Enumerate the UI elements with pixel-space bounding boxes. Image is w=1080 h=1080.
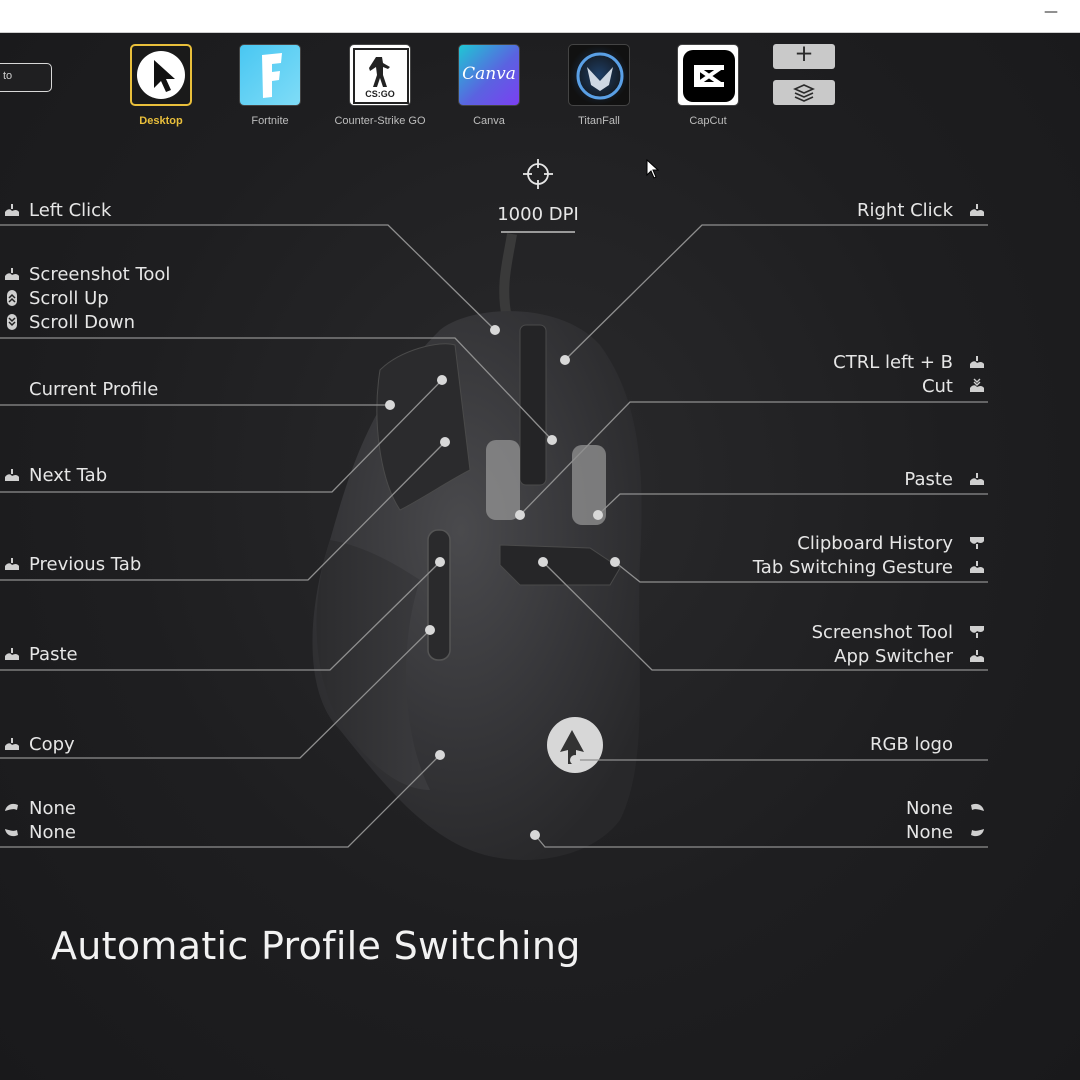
mouse-click-icon bbox=[970, 204, 984, 216]
binding-tilt-up-right[interactable]: None bbox=[906, 797, 953, 821]
tilt-up-icon bbox=[971, 803, 984, 811]
mouse-click-icon bbox=[970, 561, 984, 573]
mouse-click-icon bbox=[970, 356, 984, 368]
mouse-click-icon bbox=[5, 738, 19, 750]
double-click-icon bbox=[970, 378, 984, 392]
mouse-click-icon bbox=[5, 558, 19, 570]
binding-next-tab[interactable]: Next Tab bbox=[29, 464, 107, 488]
binding-screenshot-tool-right[interactable]: Screenshot Tool bbox=[812, 621, 953, 645]
binding-paste[interactable]: Paste bbox=[29, 643, 78, 667]
binding-ctrl-left-b[interactable]: CTRL left + B bbox=[833, 351, 953, 375]
tilt-up-icon bbox=[5, 803, 18, 811]
scroll-down-icon bbox=[7, 314, 17, 330]
binding-scroll-up[interactable]: Scroll Up bbox=[29, 287, 109, 311]
crosshair-icon bbox=[523, 159, 553, 189]
binding-tilt-down[interactable]: None bbox=[29, 821, 76, 845]
binding-scroll-down[interactable]: Scroll Down bbox=[29, 311, 135, 335]
binding-tilt-down-right[interactable]: None bbox=[906, 821, 953, 845]
binding-right-click[interactable]: Right Click bbox=[857, 199, 953, 223]
dpi-underline bbox=[501, 231, 575, 233]
tilt-down-icon bbox=[5, 829, 18, 837]
mouse-click-icon bbox=[5, 268, 19, 280]
top-button-left bbox=[486, 440, 520, 520]
dpi-indicator[interactable]: 1000 DPI bbox=[478, 158, 598, 233]
binding-paste-right[interactable]: Paste bbox=[904, 468, 953, 492]
mouse-cable bbox=[499, 233, 517, 320]
side-button-strip bbox=[427, 529, 451, 661]
mouse-click-icon bbox=[970, 650, 984, 662]
dpi-value: 1000 DPI bbox=[497, 204, 579, 225]
binding-app-switcher[interactable]: App Switcher bbox=[834, 645, 953, 669]
binding-rgb-logo[interactable]: RGB logo bbox=[870, 733, 953, 757]
mouse-click-icon bbox=[5, 648, 19, 660]
binding-left-click[interactable]: Left Click bbox=[29, 199, 111, 223]
binding-tab-switching-gesture[interactable]: Tab Switching Gesture bbox=[753, 556, 953, 580]
binding-copy[interactable]: Copy bbox=[29, 733, 75, 757]
binding-previous-tab[interactable]: Previous Tab bbox=[29, 553, 141, 577]
binding-cut[interactable]: Cut bbox=[922, 375, 953, 399]
binding-clipboard-history[interactable]: Clipboard History bbox=[797, 532, 953, 556]
scroll-up-icon bbox=[7, 290, 17, 306]
binding-current-profile[interactable]: Current Profile bbox=[29, 378, 158, 402]
mouse-click-icon bbox=[970, 473, 984, 485]
mouse-release-icon bbox=[970, 626, 984, 638]
mouse-release-icon bbox=[970, 537, 984, 549]
scroll-wheel bbox=[519, 324, 547, 486]
mouse-click-icon bbox=[5, 469, 19, 481]
binding-tilt-up[interactable]: None bbox=[29, 797, 76, 821]
tilt-down-icon bbox=[971, 829, 984, 837]
headline: Automatic Profile Switching bbox=[51, 924, 581, 968]
mouse-click-icon bbox=[5, 204, 19, 216]
binding-screenshot-tool[interactable]: Screenshot Tool bbox=[29, 263, 170, 287]
